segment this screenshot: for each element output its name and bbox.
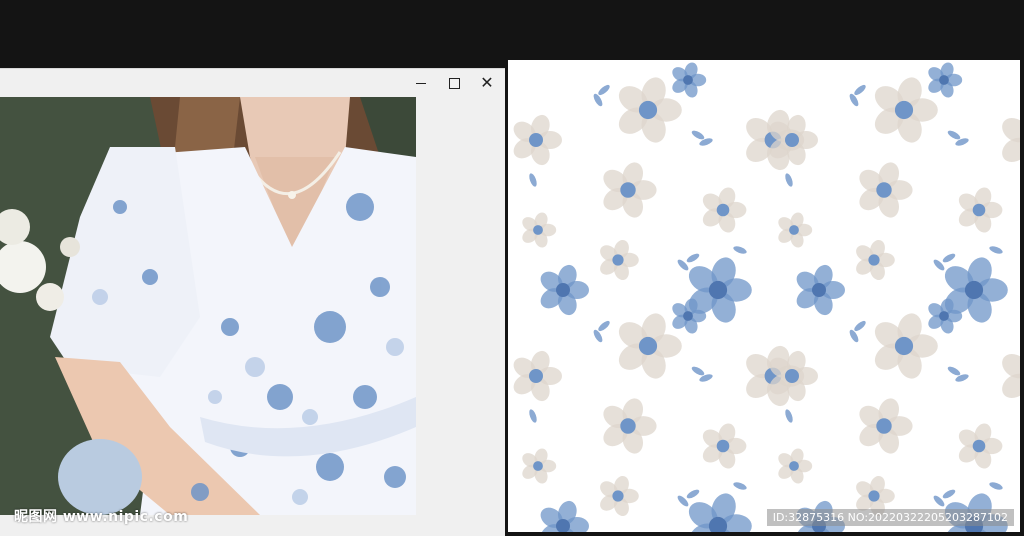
leaf-motif bbox=[686, 489, 700, 499]
flower-motif bbox=[540, 500, 589, 532]
image-viewer-window: ✕ 昵图网 www.nipic.com bbox=[0, 68, 505, 536]
flower-motif bbox=[600, 475, 639, 517]
leaf-motif bbox=[989, 246, 1003, 254]
flower-motif bbox=[702, 423, 747, 469]
leaf-motif bbox=[947, 366, 961, 376]
dress-photo bbox=[0, 97, 416, 515]
leaf-motif bbox=[947, 130, 961, 140]
site-watermark: 昵图网 www.nipic.com bbox=[14, 509, 189, 525]
leaf-motif bbox=[593, 329, 603, 343]
leaf-motif bbox=[989, 482, 1003, 490]
leaf-motif bbox=[691, 130, 705, 140]
leaf-motif bbox=[854, 84, 866, 96]
photo-illustration bbox=[0, 97, 416, 515]
leaf-motif bbox=[686, 253, 700, 263]
maximize-button[interactable] bbox=[437, 69, 471, 97]
maximize-icon bbox=[448, 77, 460, 89]
flower-motif bbox=[702, 187, 747, 233]
leaf-motif bbox=[733, 482, 747, 490]
flower-motif bbox=[874, 77, 938, 143]
flower-motif bbox=[859, 162, 913, 218]
flower-motif bbox=[796, 264, 845, 316]
flower-motif bbox=[513, 350, 562, 402]
flower-motif bbox=[874, 313, 938, 379]
flower-motif bbox=[958, 423, 1003, 469]
leaf-motif bbox=[854, 320, 866, 332]
leaf-motif bbox=[598, 84, 610, 96]
flower-motif bbox=[513, 114, 562, 166]
close-icon: ✕ bbox=[480, 73, 494, 92]
flower-motif bbox=[859, 398, 913, 454]
flower-motif bbox=[778, 448, 813, 484]
flower-motif bbox=[522, 448, 557, 484]
leaf-motif bbox=[598, 320, 610, 332]
flower-motif bbox=[603, 162, 657, 218]
floral-pattern-illustration bbox=[513, 62, 1020, 532]
flower-motif bbox=[540, 264, 589, 316]
close-button[interactable]: ✕ bbox=[470, 69, 504, 97]
flower-motif bbox=[603, 398, 657, 454]
window-titlebar: ✕ bbox=[0, 69, 505, 97]
leaf-motif bbox=[942, 253, 956, 263]
flower-motif bbox=[1002, 353, 1020, 399]
flower-motif bbox=[928, 62, 963, 98]
image-id-label: ID:32875316 NO:20220322205203287102 bbox=[766, 509, 1014, 526]
flower-motif bbox=[522, 212, 557, 248]
flower-motif bbox=[778, 212, 813, 248]
leaf-motif bbox=[785, 173, 793, 187]
leaf-motif bbox=[593, 93, 603, 107]
flower-motif bbox=[958, 187, 1003, 233]
flower-motif bbox=[1002, 117, 1020, 163]
leaf-motif bbox=[529, 173, 537, 187]
leaf-motif bbox=[785, 409, 793, 423]
leaf-motif bbox=[529, 409, 537, 423]
floral-pattern-panel: ID:32875316 NO:20220322205203287102 bbox=[508, 60, 1020, 532]
leaf-motif bbox=[849, 93, 859, 107]
flower-motif bbox=[618, 77, 682, 143]
flower-motif bbox=[672, 62, 707, 98]
minimize-button[interactable] bbox=[404, 69, 438, 97]
leaf-motif bbox=[691, 366, 705, 376]
flower-motif bbox=[600, 239, 639, 281]
flower-motif bbox=[856, 239, 895, 281]
flower-motif bbox=[618, 313, 682, 379]
leaf-motif bbox=[942, 489, 956, 499]
minimize-icon bbox=[416, 82, 426, 84]
leaf-motif bbox=[849, 329, 859, 343]
leaf-motif bbox=[733, 246, 747, 254]
